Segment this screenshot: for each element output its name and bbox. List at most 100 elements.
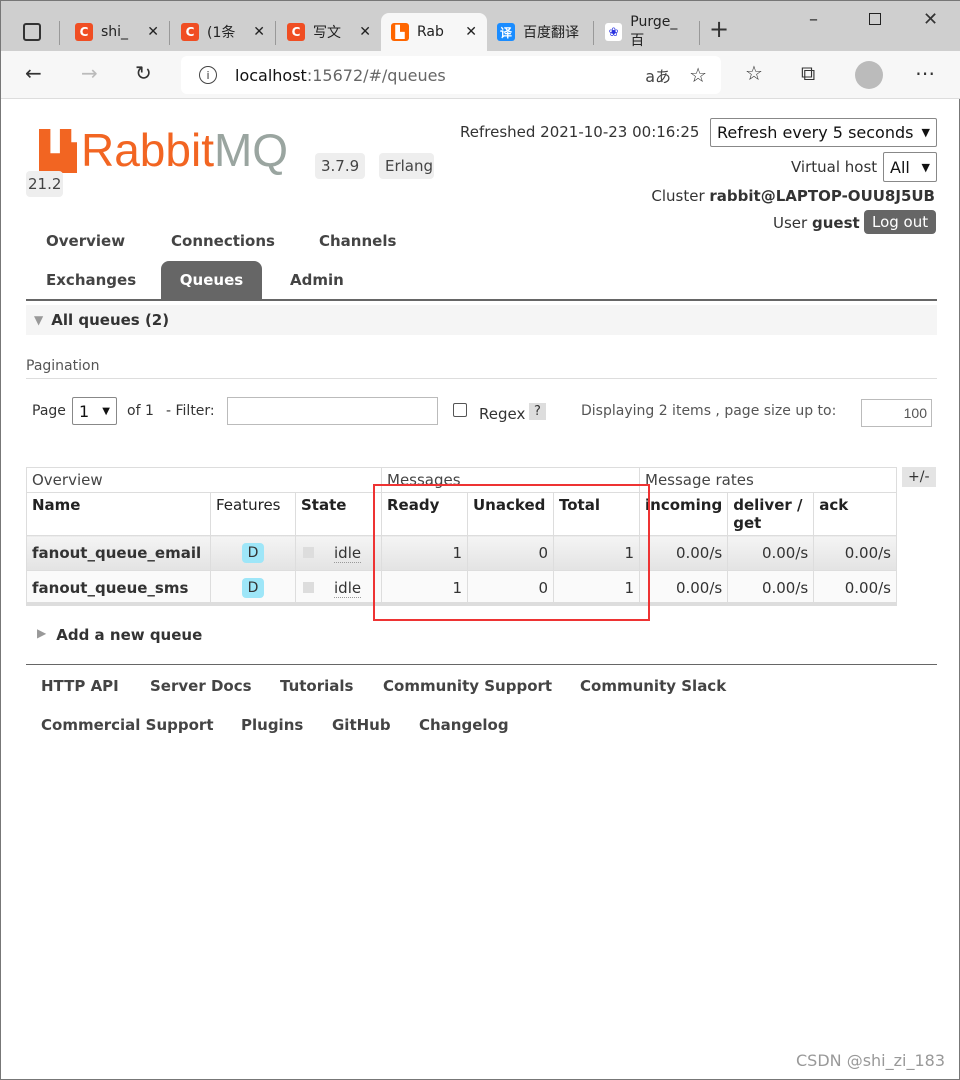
nav-divider [26,299,937,301]
baidu-icon: ❀ [605,23,623,41]
logout-button[interactable]: Log out [864,210,937,234]
chevron-down-icon: ▼ [921,126,930,139]
chevron-down-icon: ▼ [921,160,930,174]
state-indicator-icon [303,582,314,593]
nav-queues[interactable]: Queues [161,261,262,300]
footer-link-changelog[interactable]: Changelog [419,716,509,734]
footer-link-plugins[interactable]: Plugins [241,716,303,734]
vhost-label: Virtual host [791,158,878,176]
erlang-badge-b: 21.2 [26,171,64,197]
filter-input[interactable] [227,397,438,425]
back-icon[interactable]: ← [25,61,42,85]
incoming-rate: 0.00/s [638,570,729,606]
divider [26,378,937,379]
window-close-icon[interactable]: ✕ [923,9,938,30]
site-info-icon[interactable]: i [199,66,217,84]
address-bar[interactable]: i localhost:15672/#/queues aあ ☆ [181,56,721,94]
regex-help-button[interactable]: ? [529,403,546,420]
collections-icon[interactable]: ⧉ [801,61,815,85]
group-message-rates: Message rates [639,467,897,493]
collapse-triangle-icon: ▼ [34,313,44,327]
version-badge: 3.7.9 [315,153,366,179]
page-select[interactable]: 1 ▼ [72,397,117,425]
queue-name-link[interactable]: fanout_queue_sms [26,570,211,606]
nav-admin[interactable]: Admin [290,271,344,289]
csdn-icon: C [75,23,93,41]
browser-tab[interactable]: 译百度翻译 [487,13,593,51]
queue-name-link[interactable]: fanout_queue_email [26,535,211,571]
refresh-interval-select[interactable]: Refresh every 5 seconds ▼ [710,118,937,147]
displaying-label: Displaying 2 items , page size up to: [581,403,837,419]
col-ack[interactable]: ack [813,492,897,536]
columns-toggle-button[interactable]: +/- [902,467,936,487]
close-tab-icon[interactable]: ✕ [253,24,265,40]
browser-tab-active[interactable]: ▙ Rab ✕ [381,13,487,51]
footer-link-tutorials[interactable]: Tutorials [280,677,353,695]
col-deliver-get[interactable]: deliver / get [727,492,815,536]
nav-exchanges[interactable]: Exchanges [46,271,136,289]
filter-label: - Filter: [166,403,215,419]
cluster-info: Cluster rabbit@LAPTOP-OUU8J5UB [651,187,935,205]
add-favorite-icon[interactable]: ☆ [689,63,707,87]
chevron-down-icon: ▼ [102,405,110,417]
close-tab-icon[interactable]: ✕ [359,24,371,40]
state-indicator-icon [303,547,314,558]
regex-checkbox[interactable] [453,403,467,417]
maximize-icon[interactable] [869,13,881,25]
durable-badge: D [241,543,265,563]
browser-tab[interactable]: Cshi_ ✕ [65,13,169,51]
browser-tab[interactable]: ❀ Purge_百 [595,13,699,51]
translate-page-icon[interactable]: aあ [645,63,671,87]
ack-rate: 0.00/s [813,535,897,571]
rabbitmq-logo: Rabbit MQ [39,127,288,173]
footer-link-commercial-support[interactable]: Commercial Support [41,716,214,734]
highlight-annotation-box [373,484,650,621]
nav-overview[interactable]: Overview [46,232,125,250]
nav-channels[interactable]: Channels [319,232,396,250]
deliver-rate: 0.00/s [727,535,815,571]
expand-triangle-icon: ▶ [37,626,47,640]
csdn-icon: C [287,23,305,41]
state-label: idle [334,544,362,563]
pagination-heading: Pagination [26,358,100,374]
footer-link-http-api[interactable]: HTTP API [41,677,119,695]
browser-tab-bar: Cshi_ ✕ C (1条 ✕ C 写文 ✕ ▙ Rab ✕ 译百度翻译 ❀ Purge_百 +… [1,1,960,51]
browser-tab[interactable]: C (1条 ✕ [171,13,275,51]
user-info: User guest [773,214,860,232]
tab-actions-icon[interactable] [23,23,41,41]
footer-link-community-slack[interactable]: Community Slack [580,677,726,695]
footer-link-github[interactable]: GitHub [332,716,391,734]
nav-connections[interactable]: Connections [171,232,275,250]
footer-link-community-support[interactable]: Community Support [383,677,552,695]
csdn-icon: C [181,23,199,41]
refreshed-label: Refreshed 2021-10-23 00:16:25 [460,123,700,141]
footer-divider [26,664,937,665]
favorites-icon[interactable]: ☆ [745,61,763,85]
profile-avatar[interactable] [855,61,883,89]
col-features: Features [210,492,296,536]
close-tab-icon[interactable]: ✕ [147,24,159,40]
all-queues-section-toggle[interactable]: ▼ All queues (2) [26,305,937,335]
browser-tab[interactable]: C 写文 ✕ [277,13,381,51]
durable-badge: D [241,578,265,598]
minimize-icon[interactable]: – [809,9,818,30]
page-size-input[interactable] [861,399,932,427]
footer-link-server-docs[interactable]: Server Docs [150,677,252,695]
page-of-label: of 1 [127,403,154,419]
close-tab-icon[interactable]: ✕ [465,24,477,40]
incoming-rate: 0.00/s [638,535,729,571]
group-overview: Overview [26,467,382,493]
add-queue-toggle[interactable]: ▶ Add a new queue [37,626,202,644]
new-tab-icon[interactable]: + [709,15,729,43]
col-state[interactable]: State [295,492,382,536]
deliver-rate: 0.00/s [727,570,815,606]
col-incoming[interactable]: incoming [638,492,729,536]
page-label: Page [32,403,66,419]
erlang-badge-a: Erlang 21.2 [379,153,434,179]
ack-rate: 0.00/s [813,570,897,606]
vhost-select[interactable]: All ▼ [883,152,937,182]
state-label: idle [334,579,362,598]
more-icon[interactable]: ⋯ [915,61,935,85]
reload-icon[interactable]: ↻ [135,61,152,85]
col-name[interactable]: Name [26,492,211,536]
